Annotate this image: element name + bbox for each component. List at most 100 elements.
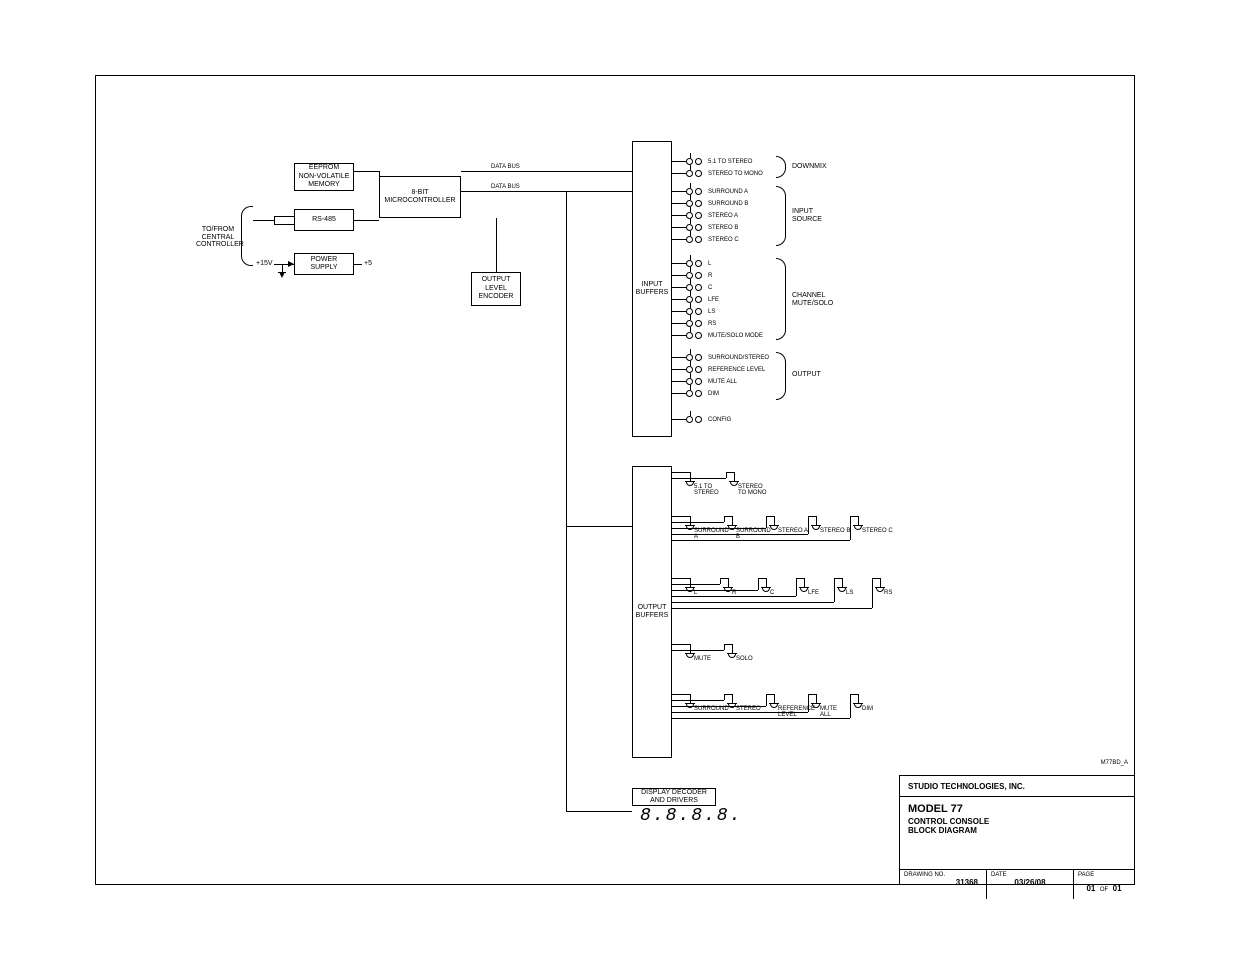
switch-pad[interactable] bbox=[695, 378, 702, 385]
led-label: RS bbox=[884, 590, 892, 596]
switch-pad[interactable] bbox=[686, 236, 693, 243]
switch-label: STEREO B bbox=[708, 225, 738, 231]
sw-config: CONFIG bbox=[672, 416, 731, 423]
sw-input-source-1: SURROUND B bbox=[672, 200, 748, 207]
switch-pad[interactable] bbox=[695, 188, 702, 195]
switch-label: SURROUND A bbox=[708, 189, 748, 195]
brace-output bbox=[776, 352, 786, 400]
led-label: STEREOTO MONO bbox=[738, 484, 774, 496]
block-encoder-label: OUTPUTLEVELENCODER bbox=[478, 276, 513, 301]
switch-pad[interactable] bbox=[695, 354, 702, 361]
switch-pad[interactable] bbox=[686, 200, 693, 207]
block-psu-label: POWERSUPPLY bbox=[310, 256, 337, 273]
switch-pad[interactable] bbox=[686, 224, 693, 231]
drawing-frame: EEPROMNON-VOLATILEMEMORY RS-485 POWERSUP… bbox=[95, 75, 1135, 885]
switch-label: MUTE ALL bbox=[708, 379, 737, 385]
switch-pad[interactable] bbox=[695, 366, 702, 373]
label-plus-5: +5 bbox=[364, 260, 372, 268]
sw-chan-0: L bbox=[672, 260, 711, 267]
block-psu: POWERSUPPLY bbox=[294, 253, 354, 275]
label-channel-mute-solo: CHANNELMUTE/SOLO bbox=[792, 292, 840, 307]
label-input-source: INPUTSOURCE bbox=[792, 208, 832, 223]
sw-input-source-2: STEREO A bbox=[672, 212, 738, 219]
switch-pad[interactable] bbox=[686, 188, 693, 195]
block-encoder: OUTPUTLEVELENCODER bbox=[471, 272, 521, 306]
block-display-decoder-label: DISPLAY DECODERAND DRIVERS bbox=[641, 789, 707, 806]
switch-pad[interactable] bbox=[695, 200, 702, 207]
switch-pad[interactable] bbox=[686, 272, 693, 279]
switch-label: LFE bbox=[708, 297, 719, 303]
tb-line3: BLOCK DIAGRAM bbox=[908, 826, 1126, 835]
led-label: 5.1 TOSTEREO bbox=[694, 484, 730, 496]
switch-pad[interactable] bbox=[686, 284, 693, 291]
switch-pad[interactable] bbox=[695, 260, 702, 267]
switch-pad[interactable] bbox=[695, 236, 702, 243]
switch-label: L bbox=[708, 261, 711, 267]
switch-pad[interactable] bbox=[686, 260, 693, 267]
led-icon bbox=[770, 703, 778, 708]
switch-label: SURROUND/STEREO bbox=[708, 355, 769, 361]
switch-pad[interactable] bbox=[686, 308, 693, 315]
sw-input-source-4: STEREO C bbox=[672, 236, 739, 243]
led-label: LS bbox=[846, 590, 853, 596]
switch-label: CONFIG bbox=[708, 417, 731, 423]
tb-page: 01 bbox=[1086, 884, 1095, 893]
brace-downmix bbox=[776, 156, 786, 178]
switch-pad[interactable] bbox=[695, 170, 702, 177]
switch-pad[interactable] bbox=[695, 158, 702, 165]
switch-pad[interactable] bbox=[695, 320, 702, 327]
switch-pad[interactable] bbox=[686, 390, 693, 397]
switch-pad[interactable] bbox=[695, 332, 702, 339]
switch-pad[interactable] bbox=[695, 308, 702, 315]
switch-pad[interactable] bbox=[695, 284, 702, 291]
brace-input-source bbox=[776, 186, 786, 246]
led-label: STEREO C bbox=[862, 528, 893, 534]
switch-pad[interactable] bbox=[686, 416, 693, 423]
block-output-buffers: OUTPUTBUFFERS bbox=[632, 466, 672, 758]
switch-pad[interactable] bbox=[695, 296, 702, 303]
sw-input-source-3: STEREO B bbox=[672, 224, 738, 231]
block-mcu: 8-BITMICROCONTROLLER bbox=[379, 176, 461, 218]
sw-output-1: REFERENCE LEVEL bbox=[672, 366, 765, 373]
switch-pad[interactable] bbox=[686, 332, 693, 339]
switch-pad[interactable] bbox=[686, 296, 693, 303]
switch-label: DIM bbox=[708, 391, 719, 397]
switch-pad[interactable] bbox=[686, 366, 693, 373]
switch-pad[interactable] bbox=[686, 354, 693, 361]
switch-pad[interactable] bbox=[686, 378, 693, 385]
seven-segment-display: 8.8.8.8. bbox=[640, 806, 742, 826]
switch-pad[interactable] bbox=[695, 272, 702, 279]
sw-chan-3: LFE bbox=[672, 296, 719, 303]
led-label: MUTE bbox=[694, 656, 711, 662]
switch-label: C bbox=[708, 285, 712, 291]
label-data-bus-1: DATA BUS bbox=[491, 164, 520, 171]
switch-label: REFERENCE LEVEL bbox=[708, 367, 765, 373]
switch-label: STEREO A bbox=[708, 213, 738, 219]
led-icon bbox=[686, 481, 694, 486]
switch-pad[interactable] bbox=[686, 212, 693, 219]
switch-pad[interactable] bbox=[695, 212, 702, 219]
block-display-decoder: DISPLAY DECODERAND DRIVERS bbox=[632, 788, 716, 806]
led-icon bbox=[854, 703, 862, 708]
switch-pad[interactable] bbox=[695, 416, 702, 423]
led-icon bbox=[812, 703, 820, 708]
block-rs485: RS-485 bbox=[294, 209, 354, 231]
led-label: STEREO B bbox=[820, 528, 850, 534]
switch-pad[interactable] bbox=[686, 170, 693, 177]
switch-pad[interactable] bbox=[686, 320, 693, 327]
switch-label: SURROUND B bbox=[708, 201, 748, 207]
block-mcu-label: 8-BITMICROCONTROLLER bbox=[384, 189, 455, 206]
sw-output-3: DIM bbox=[672, 390, 719, 397]
block-input-buffers-label: INPUTBUFFERS bbox=[636, 281, 669, 298]
label-plus-15v: +15V bbox=[256, 260, 273, 268]
sw-chan-5: RS bbox=[672, 320, 716, 327]
block-eeprom: EEPROMNON-VOLATILEMEMORY bbox=[294, 163, 354, 191]
switch-pad[interactable] bbox=[695, 390, 702, 397]
switch-pad[interactable] bbox=[695, 224, 702, 231]
sw-downmix-1: STEREO TO MONO bbox=[672, 170, 763, 177]
tb-dwg-no: 31368 bbox=[904, 878, 982, 887]
switch-pad[interactable] bbox=[686, 158, 693, 165]
title-block: STUDIO TECHNOLOGIES, INC. MODEL 77 CONTR… bbox=[899, 775, 1135, 885]
led-icon bbox=[770, 525, 778, 530]
sw-input-source-0: SURROUND A bbox=[672, 188, 748, 195]
